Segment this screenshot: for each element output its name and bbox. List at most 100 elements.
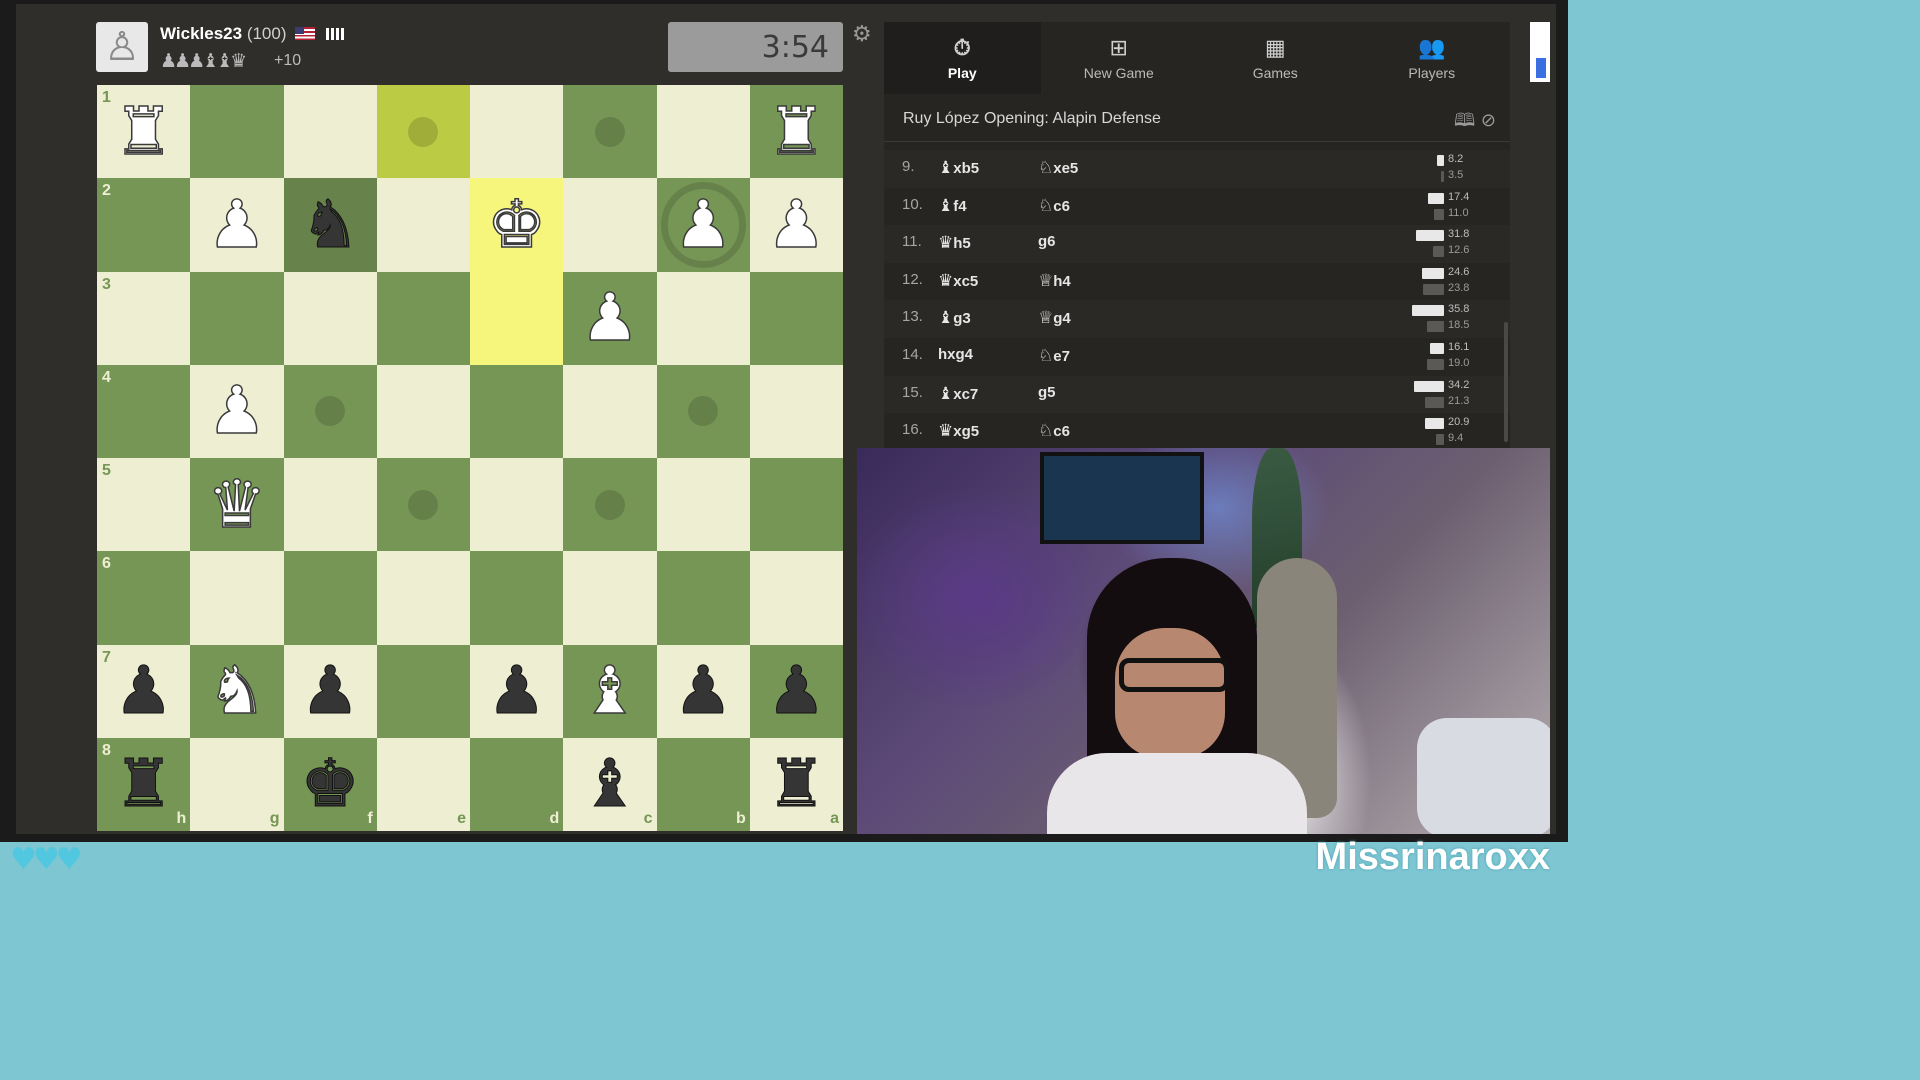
square-b6[interactable] xyxy=(656,551,750,645)
square-e2[interactable] xyxy=(376,178,470,272)
square-f2[interactable]: ♞ xyxy=(283,178,377,272)
white-pawn-icon[interactable]: ♟ xyxy=(207,191,268,259)
square-f4[interactable] xyxy=(283,364,377,458)
square-a5[interactable] xyxy=(749,458,843,552)
square-c4[interactable] xyxy=(563,364,657,458)
opening-name[interactable]: Ruy López Opening: Alapin Defense xyxy=(903,110,1161,127)
white-move[interactable]: ♝xc7 xyxy=(938,384,978,404)
square-b8[interactable]: b xyxy=(656,737,750,831)
square-e8[interactable]: e xyxy=(376,737,470,831)
move-hint-dot[interactable] xyxy=(594,489,625,520)
square-f8[interactable]: f ♚ xyxy=(283,737,377,831)
square-b1[interactable] xyxy=(656,85,750,179)
square-c3[interactable]: ♟ xyxy=(563,271,657,365)
player-name[interactable]: Wickles23 xyxy=(160,24,242,43)
square-h6[interactable]: 6 xyxy=(97,551,191,645)
chess-board[interactable]: 1 ♜ ♜ 2 ♟ ♞ ♚ ♟ ♟ 3 ♟ 4 ♟ 5 ♛ 6 7 ♟ ♞ ♟ ♟ ♝ ♟ ♟ 8 h ♜ g f ♚ e d c ♝ b a ♜ xyxy=(97,85,843,831)
square-d4[interactable] xyxy=(470,364,564,458)
square-f5[interactable] xyxy=(283,458,377,552)
square-d8[interactable]: d xyxy=(470,737,564,831)
square-b5[interactable] xyxy=(656,458,750,552)
move-list-scrollbar[interactable] xyxy=(1504,322,1508,442)
white-pawn-icon[interactable]: ♟ xyxy=(207,377,268,445)
square-h1[interactable]: 1 ♜ xyxy=(97,85,191,179)
square-f3[interactable] xyxy=(283,271,377,365)
square-d7[interactable]: ♟ xyxy=(470,644,564,738)
square-f6[interactable] xyxy=(283,551,377,645)
square-c6[interactable] xyxy=(563,551,657,645)
black-move[interactable]: ♘c6 xyxy=(1038,421,1070,441)
square-a4[interactable] xyxy=(749,364,843,458)
move-hint-dot[interactable] xyxy=(315,396,346,427)
square-h7[interactable]: 7 ♟ xyxy=(97,644,191,738)
move-hint-dot[interactable] xyxy=(408,489,439,520)
white-move[interactable]: hxg4 xyxy=(938,346,973,363)
black-move[interactable]: ♕h4 xyxy=(1038,271,1071,291)
square-a1[interactable]: ♜ xyxy=(749,85,843,179)
black-pawn-icon[interactable]: ♟ xyxy=(487,657,547,724)
move-hint-dot[interactable] xyxy=(594,116,625,147)
square-a7[interactable]: ♟ xyxy=(749,644,843,738)
square-g7[interactable]: ♞ xyxy=(190,644,284,738)
square-g2[interactable]: ♟ xyxy=(190,178,284,272)
tab-games[interactable]: ▦ Games xyxy=(1197,22,1354,94)
black-pawn-icon[interactable]: ♟ xyxy=(673,657,733,724)
square-h2[interactable]: 2 xyxy=(97,178,191,272)
black-move[interactable]: ♘c6 xyxy=(1038,196,1070,216)
square-a2[interactable]: ♟ xyxy=(749,178,843,272)
white-move[interactable]: ♛h5 xyxy=(938,233,971,253)
square-h3[interactable]: 3 xyxy=(97,271,191,365)
square-b4[interactable] xyxy=(656,364,750,458)
black-king-icon[interactable]: ♚ xyxy=(300,750,360,817)
square-d1[interactable] xyxy=(470,85,564,179)
explorer-icon[interactable]: ⊘ xyxy=(1481,110,1496,131)
square-c5[interactable] xyxy=(563,458,657,552)
player-avatar[interactable]: ♙ xyxy=(96,22,148,72)
square-b2[interactable]: ♟ xyxy=(656,178,750,272)
square-c7[interactable]: ♝ xyxy=(563,644,657,738)
square-f1[interactable] xyxy=(283,85,377,179)
black-move[interactable]: g6 xyxy=(1038,233,1056,250)
white-king-icon[interactable]: ♚ xyxy=(486,191,547,259)
white-pawn-icon[interactable]: ♟ xyxy=(580,284,641,352)
white-pawn-icon[interactable]: ♟ xyxy=(766,191,827,259)
square-d3[interactable] xyxy=(470,271,564,365)
book-icon[interactable]: 🕮 xyxy=(1454,110,1475,131)
white-rook-icon[interactable]: ♜ xyxy=(113,97,174,165)
black-rook-icon[interactable]: ♜ xyxy=(114,750,174,817)
white-move[interactable]: ♝f4 xyxy=(938,196,967,216)
tab-players[interactable]: 👥 Players xyxy=(1354,22,1511,94)
square-g6[interactable] xyxy=(190,551,284,645)
square-d5[interactable] xyxy=(470,458,564,552)
square-e6[interactable] xyxy=(376,551,470,645)
square-c8[interactable]: c ♝ xyxy=(563,737,657,831)
square-d2[interactable]: ♚ xyxy=(470,178,564,272)
square-b7[interactable]: ♟ xyxy=(656,644,750,738)
tab-new-game[interactable]: ⊞ New Game xyxy=(1041,22,1198,94)
square-c1[interactable] xyxy=(563,85,657,179)
square-f7[interactable]: ♟ xyxy=(283,644,377,738)
square-g1[interactable] xyxy=(190,85,284,179)
black-pawn-icon[interactable]: ♟ xyxy=(766,657,826,724)
tab-play[interactable]: ⏱ Play xyxy=(884,22,1041,94)
square-a8[interactable]: a ♜ xyxy=(749,737,843,831)
white-move[interactable]: ♝g3 xyxy=(938,308,971,328)
square-c2[interactable] xyxy=(563,178,657,272)
black-pawn-icon[interactable]: ♟ xyxy=(300,657,360,724)
square-h8[interactable]: 8 h ♜ xyxy=(97,737,191,831)
square-g3[interactable] xyxy=(190,271,284,365)
move-hint-dot[interactable] xyxy=(408,116,439,147)
square-g5[interactable]: ♛ xyxy=(190,458,284,552)
square-a3[interactable] xyxy=(749,271,843,365)
square-e4[interactable] xyxy=(376,364,470,458)
white-bishop-icon[interactable]: ♝ xyxy=(580,657,641,725)
square-h4[interactable]: 4 xyxy=(97,364,191,458)
black-move[interactable]: g5 xyxy=(1038,384,1056,401)
square-g8[interactable]: g xyxy=(190,737,284,831)
square-e1[interactable] xyxy=(376,85,470,179)
square-e3[interactable] xyxy=(376,271,470,365)
square-b3[interactable] xyxy=(656,271,750,365)
white-queen-icon[interactable]: ♛ xyxy=(207,470,268,538)
black-bishop-icon[interactable]: ♝ xyxy=(580,750,640,817)
white-move[interactable]: ♝xb5 xyxy=(938,158,979,178)
